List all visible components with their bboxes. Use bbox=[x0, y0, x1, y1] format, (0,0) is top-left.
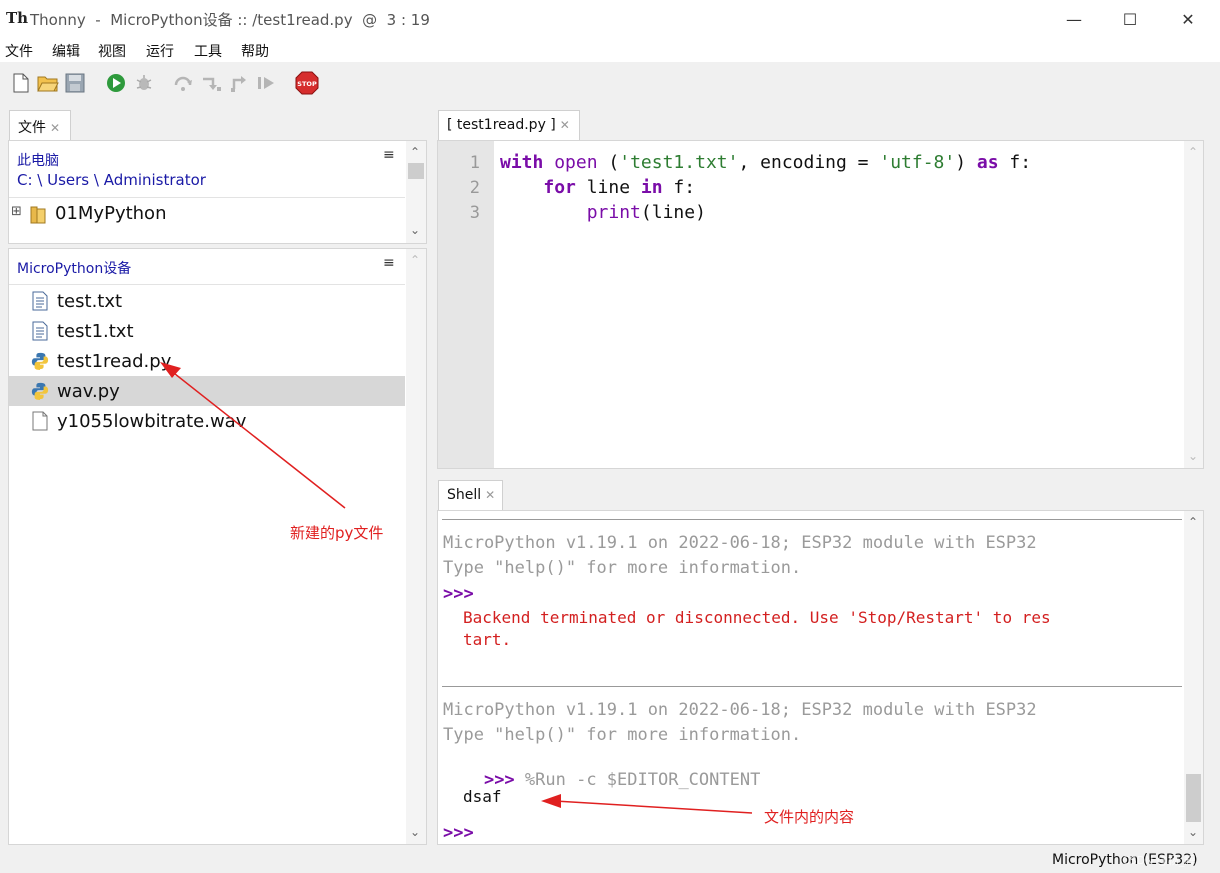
annotation-label: 文件内的内容 bbox=[764, 808, 855, 826]
annotation-arrow bbox=[541, 794, 753, 814]
annotation-arrow bbox=[160, 362, 346, 509]
annotation-layer bbox=[160, 362, 753, 814]
annotation-label: 新建的py文件 bbox=[290, 524, 384, 542]
watermark: CSDN @杨_辉 bbox=[1122, 854, 1196, 867]
